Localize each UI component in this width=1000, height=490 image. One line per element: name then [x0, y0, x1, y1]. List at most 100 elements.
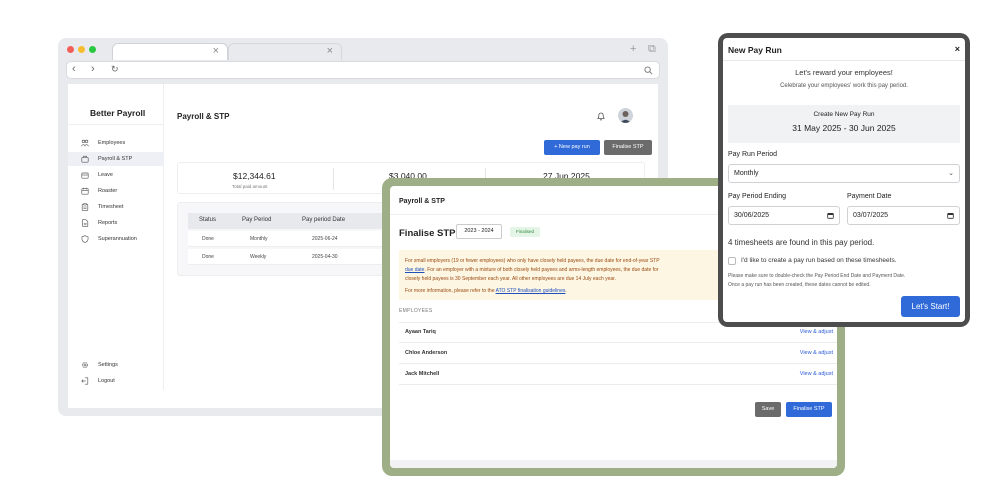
due-date-link[interactable]: due date: [405, 267, 424, 273]
column-header[interactable]: Pay Period: [242, 217, 271, 223]
close-tab-icon[interactable]: ×: [327, 45, 333, 57]
stp-footer: [390, 460, 837, 468]
document-icon: [82, 219, 89, 227]
sidebar-item-label: Reports: [98, 220, 118, 226]
people-icon: [81, 139, 89, 147]
sidebar-item-label: Roaster: [98, 188, 118, 194]
minimize-window-dot[interactable]: [78, 46, 85, 53]
employees-section-label: EMPLOYEES: [399, 308, 433, 314]
pay-period-ending-field[interactable]: 30/06/2025: [728, 206, 840, 225]
view-adjust-link[interactable]: View & adjust: [800, 371, 833, 377]
sidebar-item-reports[interactable]: Reports: [68, 216, 164, 230]
modal-heading: Let's reward your employees!: [795, 68, 893, 77]
user-avatar-icon: [620, 111, 631, 123]
browser-tab-inactive[interactable]: ×: [228, 43, 342, 60]
sidebar-item-label: Payroll & STP: [98, 156, 133, 162]
shield-icon: [81, 235, 89, 243]
employee-name: Ayaan Tariq: [405, 329, 436, 335]
new-pay-run-button[interactable]: + New pay run: [544, 140, 600, 155]
address-bar[interactable]: ‹ › ↻: [66, 61, 660, 79]
new-tab-icon[interactable]: +: [630, 43, 636, 55]
timesheets-found-text: 4 timesheets are found in this pay perio…: [728, 238, 875, 247]
payment-value: 03/07/2025: [853, 212, 889, 219]
finalise-stp-button[interactable]: Finalise STP: [604, 140, 652, 155]
maximize-window-dot[interactable]: [89, 46, 96, 53]
checkbox-label[interactable]: I'd like to create a pay run based on th…: [741, 257, 897, 264]
payroll-icon: [81, 155, 89, 163]
reload-icon[interactable]: ↻: [111, 64, 119, 75]
status-cell: Done: [202, 254, 214, 260]
date-range: 31 May 2025 - 30 Jun 2025: [792, 123, 896, 133]
sidebar-item-roaster[interactable]: Roaster: [68, 184, 164, 198]
notice-line: For more information, please refer to th…: [405, 288, 496, 294]
list-item: Jack Mitchell View & adjust: [399, 364, 837, 385]
logout-icon: [81, 377, 89, 385]
employee-name: Chloe Anderson: [405, 350, 448, 356]
sidebar-item-label: Leave: [98, 172, 113, 178]
sidebar-item-timesheet[interactable]: Timesheet: [68, 200, 164, 214]
close-icon[interactable]: ×: [955, 44, 960, 54]
timesheets-checkbox[interactable]: [728, 257, 736, 265]
sidebar-item-logout[interactable]: Logout: [68, 374, 164, 388]
calendar-icon[interactable]: [827, 212, 834, 219]
ending-value: 30/06/2025: [734, 212, 770, 219]
pay-period-date-cell: 2025-04-30: [312, 254, 338, 260]
sidebar-item-superannuation[interactable]: Superannuation: [68, 232, 164, 246]
sidebar: Better Payroll Employees Payroll & STP L…: [68, 84, 164, 390]
sidebar-item-label: Logout: [98, 378, 115, 384]
view-adjust-link[interactable]: View & adjust: [800, 350, 833, 356]
column-header[interactable]: Pay period Date: [302, 217, 345, 223]
forward-icon[interactable]: ›: [91, 63, 95, 75]
back-icon[interactable]: ‹: [72, 63, 76, 75]
finalise-stp-submit-button[interactable]: Finalise STP: [786, 402, 832, 417]
period-value: Monthly: [734, 170, 759, 177]
note-line: Please make sure to double-check the Pay…: [728, 273, 906, 279]
clipboard-icon: [81, 203, 89, 211]
lets-start-button[interactable]: Let's Start!: [901, 296, 960, 317]
sidebar-item-leave[interactable]: Leave: [68, 168, 164, 182]
sidebar-item-label: Settings: [98, 362, 118, 368]
payment-date-field[interactable]: 03/07/2025: [847, 206, 960, 225]
sidebar-item-label: Timesheet: [98, 204, 124, 210]
pay-period-cell: Monthly: [250, 236, 268, 242]
brand-name: Better Payroll: [90, 108, 146, 118]
total-paid-label: Total paid amount: [232, 184, 268, 189]
view-adjust-link[interactable]: View & adjust: [800, 329, 833, 335]
sidebar-item-label: Superannuation: [98, 236, 137, 242]
sidebar-item-payroll[interactable]: Payroll & STP: [68, 152, 164, 166]
pay-run-period-select[interactable]: Monthly ⌄: [728, 164, 960, 183]
note-line: Once a pay run has been created, these d…: [728, 282, 871, 288]
pay-run-summary: Create New Pay Run 31 May 2025 - 30 Jun …: [728, 105, 960, 143]
total-paid-value: $12,344.61: [233, 171, 276, 181]
close-tab-icon[interactable]: ×: [213, 45, 219, 57]
restore-window-icon[interactable]: ⧉: [648, 43, 656, 56]
gear-icon: [82, 362, 88, 368]
stp-header-title: Payroll & STP: [399, 198, 445, 205]
payment-label: Payment Date: [847, 193, 892, 200]
sidebar-item-settings[interactable]: Settings: [68, 358, 164, 372]
modal-title: New Pay Run: [728, 45, 782, 55]
pay-period-date-cell: 2025-06-24: [312, 236, 338, 242]
browser-tab-bar: × × + ⧉: [58, 38, 668, 60]
sidebar-item-employees[interactable]: Employees: [68, 136, 164, 150]
stat-divider: [333, 168, 334, 190]
new-pay-run-modal: New Pay Run × Let's reward your employee…: [718, 33, 970, 327]
column-header[interactable]: Status: [199, 217, 216, 223]
search-icon[interactable]: [644, 66, 653, 75]
notice-line: . For an employer with a mixture of both…: [424, 267, 659, 273]
chevron-down-icon: ⌄: [948, 170, 954, 177]
save-button[interactable]: Save: [755, 402, 781, 417]
financial-year-select[interactable]: 2023 - 2024: [456, 224, 502, 239]
calendar-icon[interactable]: [947, 212, 954, 219]
sidebar-divider: [68, 124, 164, 125]
browser-tab-active[interactable]: ×: [112, 43, 228, 60]
ato-guidelines-link[interactable]: ATO STP finalisation guidelines: [496, 288, 566, 294]
modal-subheading: Celebrate your employees' work this pay …: [780, 83, 908, 89]
close-window-dot[interactable]: [67, 46, 74, 53]
notice-line: .: [565, 288, 567, 294]
list-item: Chloe Anderson View & adjust: [399, 343, 837, 364]
bell-icon[interactable]: [596, 111, 606, 121]
ending-label: Pay Period Ending: [728, 193, 786, 200]
avatar[interactable]: [618, 108, 633, 123]
modal-panel: New Pay Run × Let's reward your employee…: [723, 38, 965, 322]
